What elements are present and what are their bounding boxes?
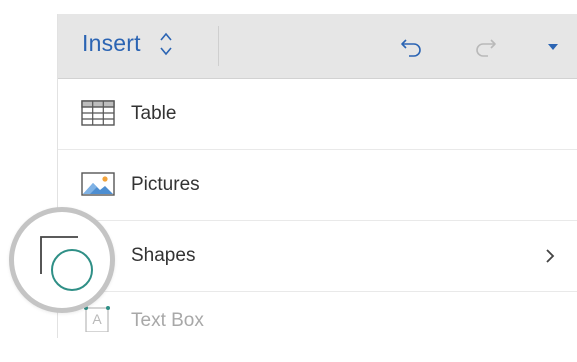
menu-item-shapes[interactable]: Shapes <box>58 221 577 292</box>
shapes-magnifier <box>9 207 115 313</box>
insert-panel: Insert Table Pictures Shapes A Text Box <box>57 14 577 338</box>
svg-text:A: A <box>92 311 102 327</box>
menu-item-label: Shapes <box>131 245 196 266</box>
menu-item-pictures[interactable]: Pictures <box>58 150 577 221</box>
shapes-icon <box>40 236 93 291</box>
undo-button[interactable] <box>399 35 425 59</box>
toolbar-divider <box>218 26 219 66</box>
menu-item-label: Pictures <box>131 174 200 195</box>
table-icon <box>81 100 117 128</box>
menu-item-label: Table <box>131 103 177 124</box>
caret-down-icon <box>548 44 558 50</box>
redo-icon <box>476 39 496 57</box>
pictures-icon <box>81 171 117 199</box>
undo-icon <box>401 39 421 57</box>
menu-item-table[interactable]: Table <box>58 79 577 150</box>
toolbar: Insert <box>58 14 577 79</box>
more-options-button[interactable] <box>540 35 566 59</box>
text-box-icon: A <box>81 306 117 334</box>
tab-label: Insert <box>82 30 141 56</box>
redo-button[interactable] <box>472 35 498 59</box>
tab-switcher[interactable]: Insert <box>82 30 173 57</box>
chevron-right-icon <box>546 249 555 263</box>
insert-menu: Table Pictures Shapes A Text Box <box>58 79 577 362</box>
menu-item-label: Text Box <box>131 310 204 331</box>
up-down-icon <box>159 31 173 57</box>
menu-item-text-box[interactable]: A Text Box <box>58 292 577 362</box>
